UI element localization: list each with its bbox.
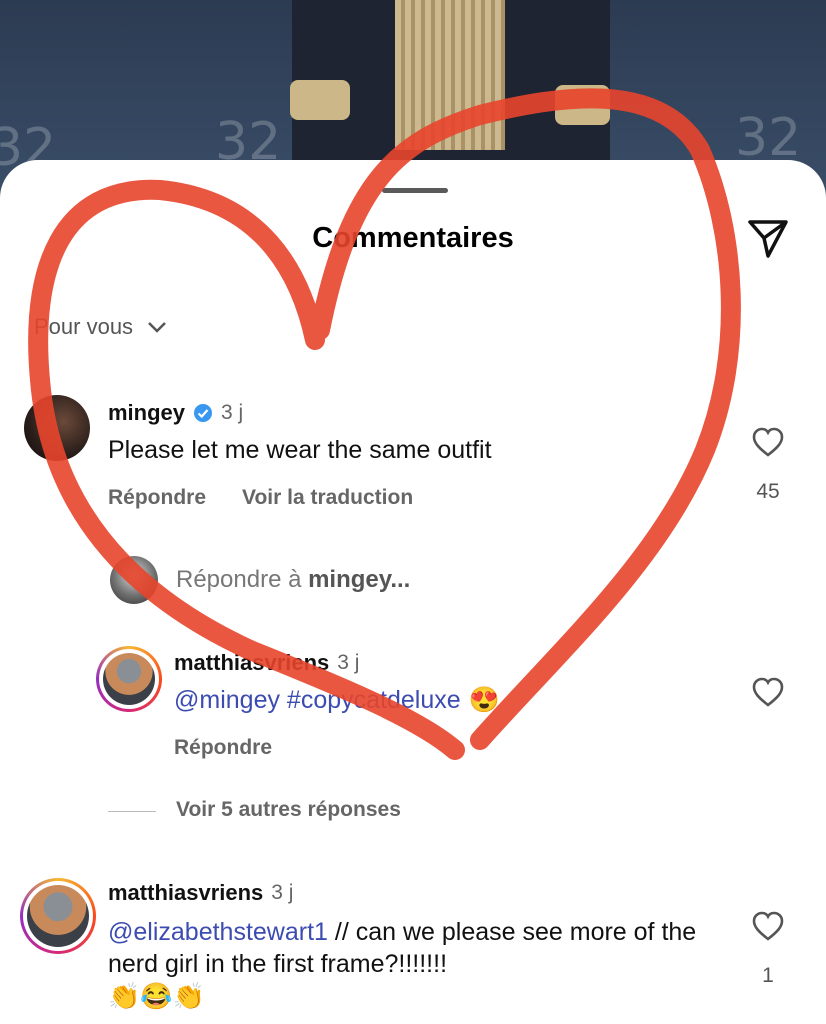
- paper-plane-icon[interactable]: [744, 214, 792, 262]
- reply-header: matthiasvriens 3 j: [174, 650, 359, 676]
- comment-username[interactable]: matthiasvriens: [108, 880, 263, 906]
- reply-text: @mingey #copycatdeluxe 😍: [174, 686, 500, 715]
- like-count: 1: [762, 964, 774, 987]
- comment-text: Please let me wear the same outfit: [108, 436, 492, 464]
- divider: [108, 811, 156, 812]
- comment-time: 3 j: [271, 881, 294, 904]
- avatar-story-ring[interactable]: [96, 646, 162, 712]
- sort-dropdown[interactable]: Pour vous: [34, 314, 167, 340]
- photo-cuff-left: [290, 80, 350, 120]
- reply-input-mention: mingey...: [308, 566, 411, 593]
- emoji-row: 👏😂👏: [108, 981, 206, 1011]
- sort-label: Pour vous: [34, 314, 134, 339]
- heart-eyes-emoji: 😍: [468, 686, 500, 714]
- page-title: Commentaires: [312, 222, 514, 254]
- avatar: [103, 653, 155, 705]
- comment-username[interactable]: mingey: [108, 400, 185, 426]
- heart-icon[interactable]: [751, 676, 785, 708]
- avatar[interactable]: [24, 395, 90, 461]
- comment-time: 3 j: [221, 401, 244, 424]
- reply-time: 3 j: [337, 651, 360, 674]
- sheet-grabber[interactable]: [382, 188, 448, 193]
- comment-header: matthiasvriens 3 j: [108, 880, 293, 906]
- reply-mention-link[interactable]: @mingey #copycatdeluxe: [174, 686, 461, 715]
- heart-icon[interactable]: [751, 910, 785, 942]
- comment-header: mingey 3 j: [108, 400, 243, 426]
- like-count: 45: [756, 480, 780, 503]
- verified-badge-icon: [194, 404, 213, 422]
- view-more-replies-button[interactable]: Voir 5 autres réponses: [176, 798, 401, 822]
- reply-input[interactable]: Répondre à mingey...: [176, 566, 410, 594]
- avatar-story-ring[interactable]: [20, 878, 96, 954]
- photo-shirt: [395, 0, 505, 150]
- current-user-avatar: [110, 556, 158, 604]
- reply-button[interactable]: Répondre: [108, 486, 206, 510]
- comments-sheet: Commentaires Pour vous mingey 3 j Please…: [0, 160, 826, 1024]
- see-translation-button[interactable]: Voir la traduction: [242, 486, 413, 510]
- comment-text: @elizabethstewart1 // can we please see …: [108, 916, 708, 1012]
- avatar: [27, 885, 89, 947]
- photo-cuff-right: [555, 85, 610, 125]
- reply-input-placeholder: Répondre à: [176, 566, 309, 593]
- heart-icon[interactable]: [751, 426, 785, 458]
- reply-button[interactable]: Répondre: [174, 736, 272, 760]
- festival-logo-mark: 32: [735, 108, 802, 168]
- reply-username[interactable]: matthiasvriens: [174, 650, 329, 676]
- comment-actions: Répondre Voir la traduction: [108, 486, 413, 510]
- comment-mention-link[interactable]: @elizabethstewart1: [108, 918, 328, 946]
- chevron-down-icon: [148, 322, 166, 333]
